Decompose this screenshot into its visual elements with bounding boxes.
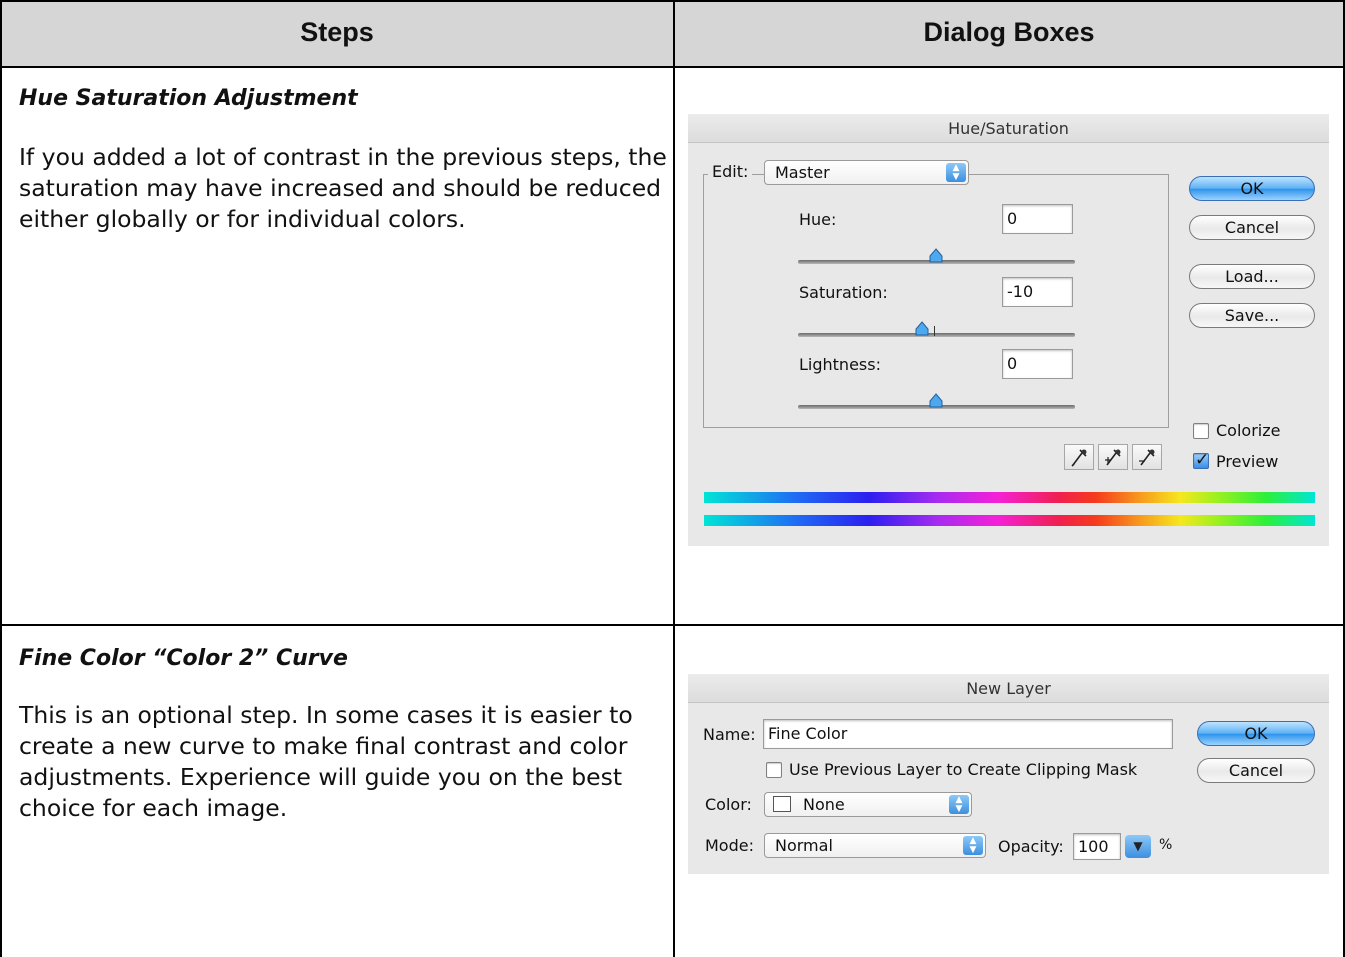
colorize-checkbox[interactable] <box>1193 423 1209 439</box>
edit-channel-value: Master <box>775 163 830 182</box>
eyedropper-minus-icon[interactable] <box>1132 444 1162 470</box>
dialog-boxes-column-header: Dialog Boxes <box>923 17 1095 47</box>
lightness-input[interactable]: 0 <box>1002 349 1073 379</box>
steps-column-header: Steps <box>300 17 374 47</box>
hue-saturation-dialog: Hue/Saturation Edit: Master ▲ ▼ Hue: 0 Sa… <box>688 114 1329 546</box>
blend-mode-value: Normal <box>775 836 833 855</box>
hue-label: Hue: <box>799 210 837 229</box>
popup-arrows-icon: ▲ ▼ <box>949 795 969 814</box>
slider-thumb-icon[interactable] <box>928 393 944 409</box>
saturation-slider[interactable] <box>798 333 1075 337</box>
edit-label: Edit: <box>708 162 753 181</box>
hue-input[interactable]: 0 <box>1002 204 1073 234</box>
opacity-unit: % <box>1159 837 1173 853</box>
checkmark-icon: ✓ <box>1195 450 1210 470</box>
table-border-left <box>0 0 2 957</box>
eyedropper-plus-icon[interactable] <box>1098 444 1128 470</box>
lightness-label: Lightness: <box>799 355 881 374</box>
cancel-button[interactable]: Cancel <box>1189 215 1315 240</box>
table-rule-column <box>673 0 675 957</box>
clipping-mask-label: Use Previous Layer to Create Clipping Ma… <box>789 760 1138 779</box>
slider-thumb-icon[interactable] <box>914 321 930 337</box>
input-color-spectrum <box>704 492 1315 503</box>
layer-color-select[interactable]: None ▲ ▼ <box>764 792 972 817</box>
adjustment-group <box>703 174 1169 428</box>
load-button[interactable]: Load... <box>1189 264 1315 289</box>
blend-mode-select[interactable]: Normal ▲ ▼ <box>764 833 986 858</box>
preview-label: Preview <box>1216 452 1279 471</box>
saturation-label: Saturation: <box>799 283 888 302</box>
opacity-label: Opacity: <box>998 837 1064 856</box>
preview-checkbox[interactable]: ✓ <box>1193 450 1210 470</box>
colorize-label: Colorize <box>1216 421 1281 440</box>
dialog-title: Hue/Saturation <box>688 114 1329 143</box>
popup-arrows-icon: ▲ ▼ <box>946 163 966 182</box>
color-swatch <box>773 796 791 812</box>
step-title-fine-color: Fine Color “Color 2” Curve <box>19 646 348 671</box>
popup-arrows-icon: ▲ ▼ <box>963 836 983 855</box>
opacity-dropdown-button[interactable]: ▼ <box>1125 835 1151 858</box>
clipping-mask-checkbox[interactable] <box>766 762 782 778</box>
saturation-origin-tick <box>934 326 935 336</box>
layer-name-input[interactable]: Fine Color <box>763 719 1173 749</box>
step-title-hue-saturation: Hue Saturation Adjustment <box>19 86 358 111</box>
name-label: Name: <box>703 725 756 744</box>
output-color-spectrum <box>704 515 1315 526</box>
opacity-input[interactable]: 100 <box>1073 833 1121 860</box>
edit-channel-select[interactable]: Master ▲ ▼ <box>764 160 969 185</box>
new-layer-dialog: New Layer Name: Fine Color Use Previous … <box>688 674 1329 874</box>
step-body-fine-color: This is an optional step. In some cases … <box>19 701 633 822</box>
slider-thumb-icon[interactable] <box>928 248 944 264</box>
color-label: Color: <box>705 795 752 814</box>
mode-label: Mode: <box>705 836 754 855</box>
layer-color-value: None <box>803 795 845 814</box>
saturation-input[interactable]: -10 <box>1002 277 1073 307</box>
step-body-hue-saturation: If you added a lot of contrast in the pr… <box>19 143 667 233</box>
cancel-button[interactable]: Cancel <box>1197 758 1315 783</box>
dialog-title: New Layer <box>688 674 1329 703</box>
ok-button[interactable]: OK <box>1197 721 1315 746</box>
eyedropper-icon[interactable] <box>1064 444 1094 470</box>
save-button[interactable]: Save... <box>1189 303 1315 328</box>
ok-button[interactable]: OK <box>1189 176 1315 201</box>
